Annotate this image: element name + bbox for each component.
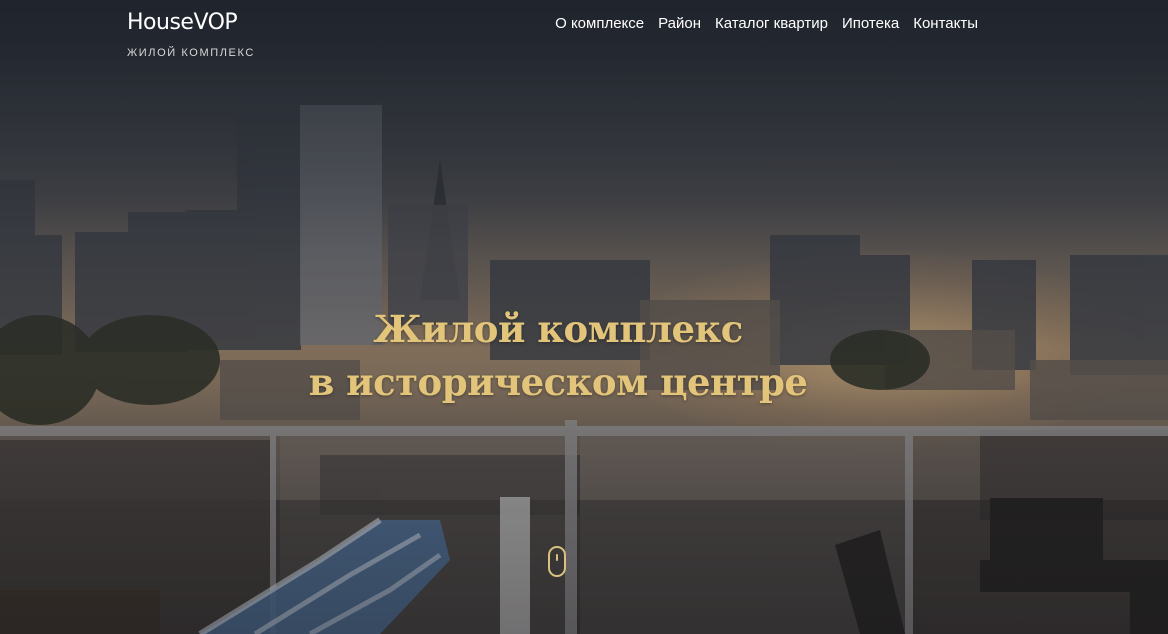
nav-item-catalog[interactable]: Каталог квартир xyxy=(715,15,828,33)
scroll-wheel xyxy=(556,554,558,561)
nav-item-district[interactable]: Район xyxy=(658,15,701,33)
nav-item-mortgage[interactable]: Ипотека xyxy=(842,15,899,33)
hero-title-line2: в историческом центре xyxy=(308,360,808,404)
site-header: HouseVOP ЖИЛОЙ КОМПЛЕКС О комплексе Райо… xyxy=(0,0,1168,70)
logo-title: HouseVOP xyxy=(127,10,238,35)
site-logo[interactable]: HouseVOP ЖИЛОЙ КОМПЛЕКС xyxy=(127,9,255,59)
mouse-scroll-icon[interactable] xyxy=(548,546,566,577)
hero-title: Жилой комплекс в историческом центре xyxy=(0,303,1116,409)
nav-item-about[interactable]: О комплексе xyxy=(555,15,644,33)
nav-item-contacts[interactable]: Контакты xyxy=(913,15,978,33)
main-nav: О комплексе Район Каталог квартир Ипотек… xyxy=(555,15,978,33)
hero-section: HouseVOP ЖИЛОЙ КОМПЛЕКС О комплексе Райо… xyxy=(0,0,1168,634)
hero-title-line1: Жилой комплекс xyxy=(373,307,743,351)
logo-subtitle: ЖИЛОЙ КОМПЛЕКС xyxy=(127,47,255,59)
